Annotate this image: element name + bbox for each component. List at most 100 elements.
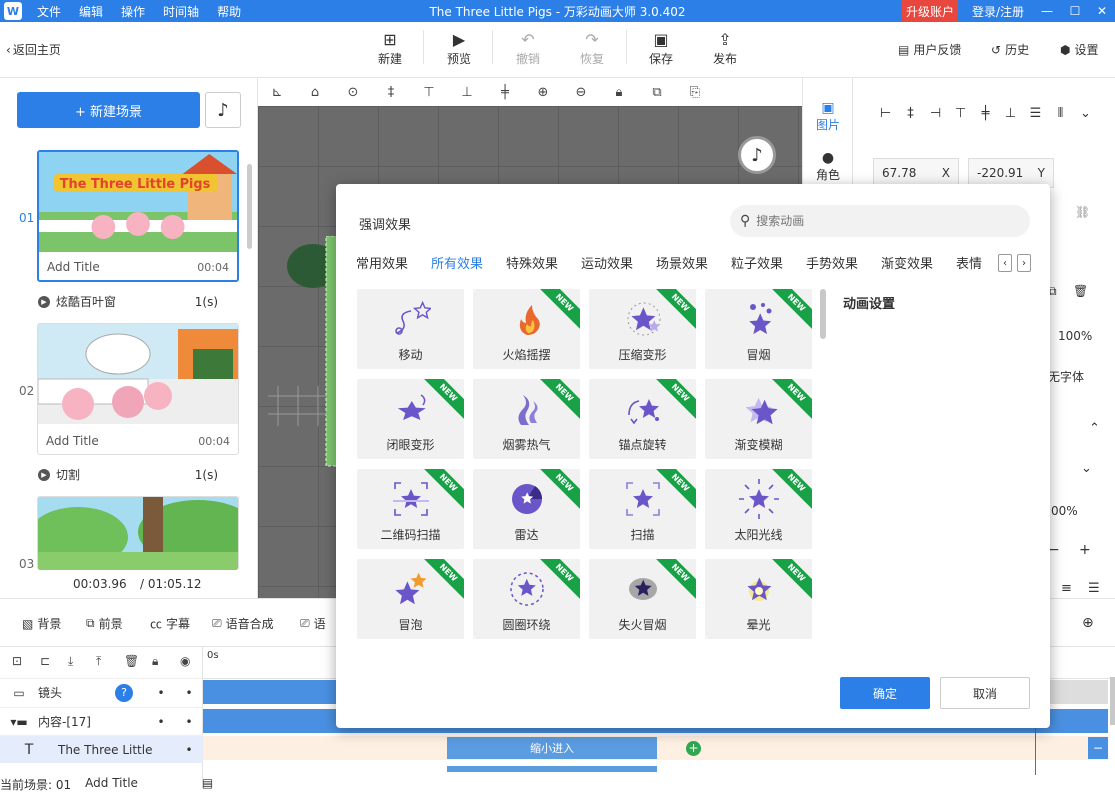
menu-file[interactable]: 文件 <box>28 3 70 20</box>
lock-icon[interactable]: 🔒︎ <box>152 654 180 669</box>
text-layer[interactable]: T The Three Little • <box>0 735 203 763</box>
collapse-track-icon[interactable]: − <box>1088 737 1108 759</box>
ok-button[interactable]: 确定 <box>840 677 930 709</box>
preview-button[interactable]: ▶ 预览 <box>433 30 485 67</box>
subtitle-button[interactable]: ㏄字幕 <box>150 615 190 632</box>
tab-all[interactable]: 所有效果 <box>431 253 506 275</box>
effect-card[interactable]: 二维码扫描 NEW <box>357 469 464 549</box>
zoom-in-icon[interactable]: ⊕ <box>524 85 562 100</box>
align-center-text-icon[interactable]: ≡ <box>1061 581 1072 596</box>
lock-dot[interactable]: • <box>147 686 175 700</box>
move-up-icon[interactable]: ⤒ <box>96 654 124 669</box>
scene-card-2[interactable]: Add Title 00:04 <box>37 323 239 455</box>
tab-particle[interactable]: 粒子效果 <box>731 253 806 275</box>
visible-dot[interactable]: • <box>175 715 203 729</box>
back-home-link[interactable]: ‹ 返回主页 <box>6 41 61 58</box>
distribute-v-icon[interactable]: ☰ <box>1023 106 1048 121</box>
undo-button[interactable]: ↶ 撤销 <box>502 30 554 67</box>
scene-card-1[interactable]: The Three Little Pigs Add Title 00:04 <box>37 150 239 282</box>
more-icon[interactable]: ⊙ <box>334 85 372 100</box>
add-keyframe-icon[interactable]: + <box>686 741 701 756</box>
effect-card[interactable]: 闭眼变形 NEW <box>357 379 464 459</box>
distribute-h-icon[interactable]: ⫴ <box>1048 106 1073 121</box>
align-top-icon[interactable]: ⊤ <box>410 85 448 100</box>
music-note-icon[interactable]: ♪ <box>738 136 776 174</box>
visible-dot[interactable]: • <box>175 686 203 700</box>
maximize-icon[interactable]: ☐ <box>1063 0 1087 22</box>
note-icon[interactable]: ▤ <box>202 776 213 793</box>
transition-row[interactable]: ▶ 炫酷百叶窗 1(s) <box>38 293 218 310</box>
zoom-in-animation-bar[interactable]: 缩小进入 <box>447 737 657 759</box>
visible-dot[interactable]: • <box>175 743 203 757</box>
effect-card[interactable]: 圆圈环绕 NEW <box>473 559 580 639</box>
settings-button[interactable]: ⬢ 设置 <box>1060 41 1099 58</box>
effect-card[interactable]: 冒烟 NEW <box>705 289 812 369</box>
align-left-icon[interactable]: ⊢ <box>873 106 898 121</box>
trash-icon[interactable]: 🗑︎ <box>1073 284 1088 298</box>
menu-help[interactable]: 帮助 <box>208 3 250 20</box>
effect-card[interactable]: 晕光 NEW <box>705 559 812 639</box>
role-tab[interactable]: ● 角色 <box>803 150 853 183</box>
effect-card[interactable]: 冒泡 NEW <box>357 559 464 639</box>
transition-row[interactable]: ▶ 切割 1(s) <box>38 466 218 483</box>
search-input[interactable] <box>756 214 997 228</box>
camera-layer[interactable]: ▭ 镜头 ? • • <box>0 678 203 706</box>
link-icon[interactable]: ⛓ <box>1075 205 1090 219</box>
lock-icon[interactable]: 🔒︎ <box>600 85 638 100</box>
effect-card[interactable]: 渐变模糊 NEW <box>705 379 812 459</box>
ruler-icon[interactable]: ⊾ <box>258 85 296 100</box>
content-layer[interactable]: ▾▬ 内容-[17] • • <box>0 707 203 735</box>
effect-grid-scrollbar[interactable] <box>820 289 826 339</box>
scene-scrollbar[interactable] <box>247 164 252 249</box>
tabs-next-icon[interactable]: › <box>1017 254 1031 272</box>
minimize-icon[interactable]: — <box>1035 0 1059 22</box>
effect-card[interactable]: 失火冒烟 NEW <box>589 559 696 639</box>
menu-edit[interactable]: 编辑 <box>70 3 112 20</box>
tab-expression[interactable]: 表情 <box>956 253 1001 275</box>
voice-button[interactable]: ⎚ 语 <box>300 615 326 632</box>
cancel-button[interactable]: 取消 <box>940 677 1030 709</box>
tabs-prev-icon[interactable]: ‹ <box>998 254 1012 272</box>
scene-card-3[interactable] <box>37 496 239 570</box>
zoom-out-icon[interactable]: ⊖ <box>562 85 600 100</box>
folder-icon[interactable]: ⊏ <box>40 654 68 669</box>
help-icon[interactable]: ? <box>115 683 133 702</box>
align-middle-icon[interactable]: ╪ <box>486 85 524 100</box>
home-icon[interactable]: ⌂ <box>296 85 334 100</box>
align-center-v-icon[interactable]: ‡ <box>372 85 410 100</box>
lock-dot[interactable]: • <box>147 715 175 729</box>
search-box[interactable]: ⚲ <box>730 205 1030 237</box>
history-button[interactable]: ↺ 历史 <box>991 41 1029 58</box>
add-folder-icon[interactable]: ⊡ <box>12 654 40 669</box>
paste-icon[interactable]: ⎘ <box>676 85 714 100</box>
new-scene-button[interactable]: + 新建场景 <box>17 92 200 128</box>
feedback-button[interactable]: ▤ 用户反馈 <box>898 41 961 58</box>
effect-card[interactable]: 火焰摇摆 NEW <box>473 289 580 369</box>
chevron-down-icon[interactable]: ⌄ <box>1073 106 1098 121</box>
tts-button[interactable]: ⎚ 语音合成 <box>212 615 274 632</box>
menu-operate[interactable]: 操作 <box>112 3 154 20</box>
align-top-icon[interactable]: ⊤ <box>948 106 973 121</box>
redo-button[interactable]: ↷ 恢复 <box>566 30 618 67</box>
new-button[interactable]: ⊞ 新建 <box>364 30 416 67</box>
align-justify-icon[interactable]: ☰ <box>1088 581 1100 596</box>
effect-card[interactable]: 移动 <box>357 289 464 369</box>
plus-icon[interactable]: + <box>1079 542 1091 558</box>
animation-bar-2[interactable] <box>447 766 657 772</box>
save-button[interactable]: ▣ 保存 <box>635 30 687 67</box>
chevron-down-icon[interactable]: ⌄ <box>1081 461 1092 476</box>
align-bottom-icon[interactable]: ⊥ <box>998 106 1023 121</box>
music-note-icon[interactable]: ♪ <box>205 92 241 128</box>
effect-card[interactable]: 扫描 NEW <box>589 469 696 549</box>
tab-motion[interactable]: 运动效果 <box>581 253 656 275</box>
effect-card[interactable]: 太阳光线 NEW <box>705 469 812 549</box>
tab-special[interactable]: 特殊效果 <box>506 253 581 275</box>
align-hcenter-icon[interactable]: ‡ <box>898 106 923 121</box>
image-tab[interactable]: ▣ 图片 <box>803 100 853 133</box>
copy-icon[interactable]: ⧉ <box>638 85 676 100</box>
menu-timeline[interactable]: 时间轴 <box>154 3 208 20</box>
camera-track-bar[interactable] <box>203 680 338 704</box>
tab-scene[interactable]: 场景效果 <box>656 253 731 275</box>
font-select[interactable]: 无字体 <box>1048 368 1084 385</box>
timeline-scrollbar[interactable] <box>1110 677 1115 725</box>
